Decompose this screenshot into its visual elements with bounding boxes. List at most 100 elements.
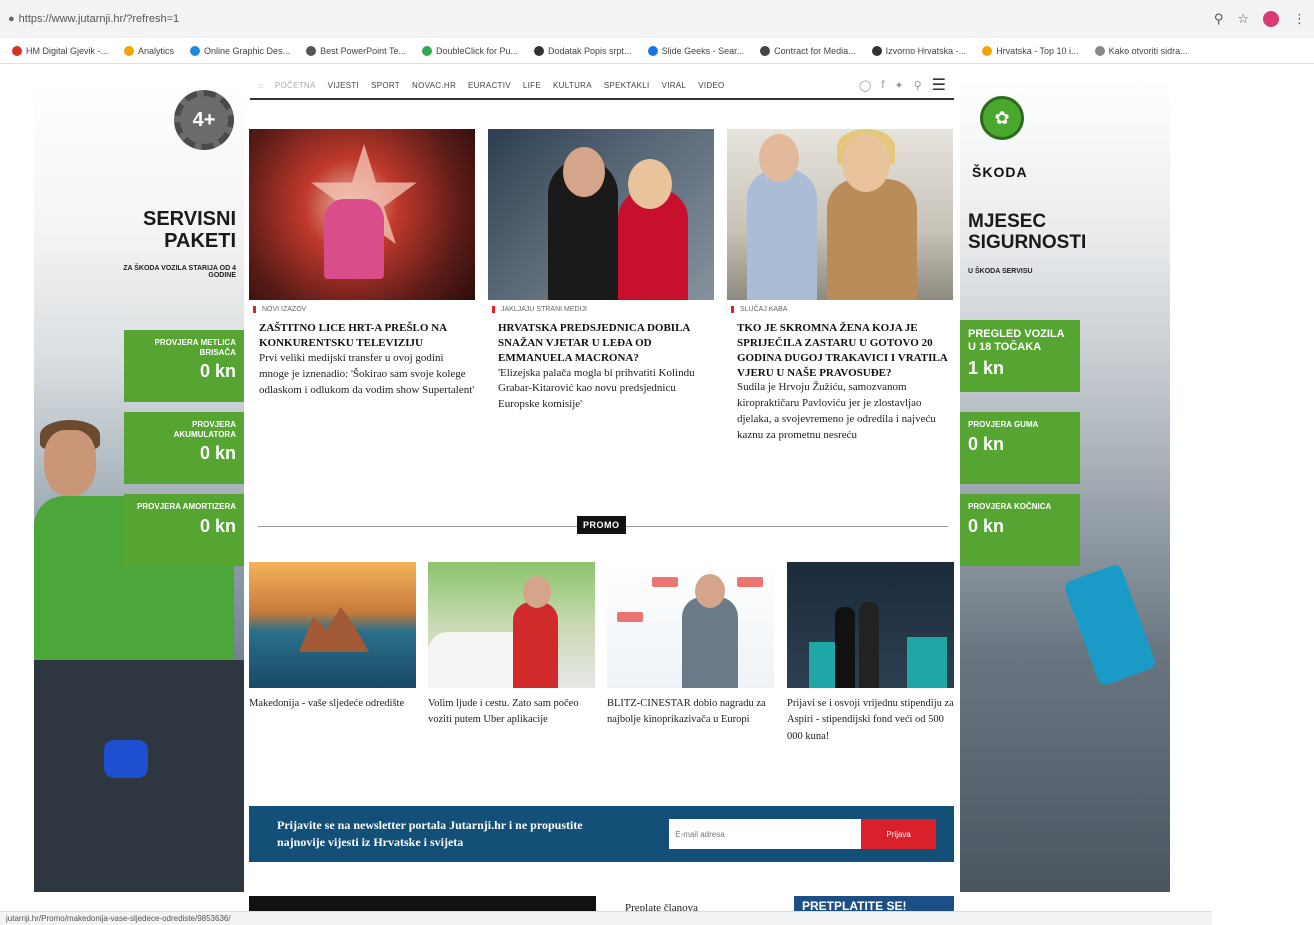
bookmark-favicon-icon xyxy=(760,45,771,56)
promo-text[interactable]: Prijavi se i osvoji vrijednu stipendiju … xyxy=(787,696,954,745)
promo-image[interactable] xyxy=(607,562,774,688)
left-ad-subtitle: ZA ŠKODA VOZILA STARIJA OD 4 GODINE xyxy=(123,265,236,279)
article-card[interactable]: NOVI IZAZOV ZAŠTITNO LICE HRT-a PREŠLO N… xyxy=(249,129,475,399)
nav-item-life[interactable]: LIFE xyxy=(523,81,541,90)
bookmark-label: DoubleClick for Pu... xyxy=(435,45,519,56)
right-ad-banner[interactable]: ✿ ŠKODA MJESEC SIGURNOSTI U ŠKODA SERVIS… xyxy=(960,80,1170,892)
nav-item-novac[interactable]: NOVAC.HR xyxy=(412,81,456,90)
promo-badge: PROMO xyxy=(577,516,626,534)
bookmark-label: Slide Geeks - Sear... xyxy=(661,45,745,56)
bookmark-label: Contract for Media... xyxy=(774,45,856,56)
bookmark-item[interactable]: Contract for Media... xyxy=(760,45,856,56)
email-input[interactable] xyxy=(669,819,862,849)
bookmark-item[interactable]: DoubleClick for Pu... xyxy=(421,45,519,56)
search-icon[interactable]: ⚲ xyxy=(1214,11,1224,27)
bookmark-favicon-icon xyxy=(647,45,658,56)
left-ad-box-battery: PROVJERA AKUMULATORA 0 kn xyxy=(124,412,244,484)
right-ad-box-inspection: PREGLED VOZILA U 18 TOČAKA 1 kn xyxy=(960,320,1080,392)
promo-image[interactable] xyxy=(787,562,954,688)
bookmark-favicon-icon xyxy=(534,45,545,56)
article-title[interactable]: TKO JE SKROMNA ŽENA KOJA JE SPRIJEČILA Z… xyxy=(727,321,953,380)
bookmark-label: Online Graphic Des... xyxy=(204,45,291,56)
promo-card[interactable]: Makedonija - vaše sljedeće odredište xyxy=(249,562,416,712)
bookmark-item[interactable]: Best PowerPoint Te... xyxy=(306,45,406,56)
promo-image[interactable] xyxy=(428,562,595,688)
promo-text[interactable]: BLITZ-CINESTAR dobio nagradu za najbolje… xyxy=(607,696,774,729)
nav-item-euractiv[interactable]: EURACTIV xyxy=(468,81,511,90)
instagram-icon[interactable]: ◯ xyxy=(859,79,871,92)
bookmarks-bar: HM Digital Gjevik -... Analytics Online Gr… xyxy=(0,38,1314,64)
article-category[interactable]: JAKLJAJU STRANI MEDIJI xyxy=(492,306,714,313)
bookmark-item[interactable]: Dodatak Popis srpt... xyxy=(534,45,632,56)
bookmark-item[interactable]: Izvorno Hrvatska -... xyxy=(871,45,967,56)
bookmark-favicon-icon xyxy=(190,45,201,56)
bookmark-item[interactable]: HM Digital Gjevik -... xyxy=(12,45,109,56)
tool-image xyxy=(1062,563,1158,687)
article-category[interactable]: SLUČAJ KABA xyxy=(731,306,953,313)
bookmark-label: HM Digital Gjevik -... xyxy=(26,45,109,56)
twitter-icon[interactable]: ✦ xyxy=(894,79,903,92)
skoda-logo-icon: ✿ xyxy=(980,96,1024,140)
bookmark-item[interactable]: Hrvatska - Top 10 i... xyxy=(982,45,1079,56)
newsletter-text: Prijavite se na newsletter portala Jutar… xyxy=(277,817,583,849)
nav-item-vijesti[interactable]: VIJESTI xyxy=(328,81,359,90)
browser-address-bar: ● https://www.jutarnji.hr/?refresh=1 ⚲ ☆… xyxy=(0,0,1314,38)
url-field[interactable]: https://www.jutarnji.hr/?refresh=1 xyxy=(19,13,1214,25)
article-image[interactable] xyxy=(727,129,953,300)
home-icon[interactable]: ⌂ xyxy=(258,81,263,90)
left-ad-banner[interactable]: 4+ SERVISNI PAKETI ZA ŠKODA VOZILA STARI… xyxy=(34,80,244,892)
right-ad-title: MJESEC SIGURNOSTI xyxy=(968,211,1087,253)
bookmark-favicon-icon xyxy=(124,45,135,56)
article-title[interactable]: ZAŠTITNO LICE HRT-a PREŠLO NA KONKURENTS… xyxy=(249,321,475,351)
bookmark-item[interactable]: Online Graphic Des... xyxy=(190,45,291,56)
bookmark-favicon-icon xyxy=(306,45,317,56)
bookmark-favicon-icon xyxy=(1094,45,1105,56)
left-ad-title: SERVISNI PAKETI xyxy=(143,208,236,252)
right-ad-box-brakes: PROVJERA KOČNICA 0 kn xyxy=(960,494,1080,566)
bookmark-label: Best PowerPoint Te... xyxy=(320,45,406,56)
bookmark-item[interactable]: Slide Geeks - Sear... xyxy=(647,45,745,56)
promo-text[interactable]: Makedonija - vaše sljedeće odredište xyxy=(249,696,416,712)
bookmark-favicon-icon xyxy=(421,45,432,56)
left-ad-box-shocks: PROVJERA AMORTIZERA 0 kn xyxy=(124,494,244,566)
browser-status-bar: jutarnji.hr/Promo/makedonija-vase-sljede… xyxy=(0,911,1212,925)
article-card[interactable]: SLUČAJ KABA TKO JE SKROMNA ŽENA KOJA JE … xyxy=(727,129,953,444)
bookmark-item[interactable]: Analytics xyxy=(124,45,175,56)
skoda-brand: ŠKODA xyxy=(972,164,1028,180)
nav-item-pocetna[interactable]: POČETNA xyxy=(275,81,316,90)
search-icon[interactable]: ⚲ xyxy=(914,79,922,92)
more-icon[interactable]: ⋮ xyxy=(1293,11,1306,27)
bookmark-label: Izvorno Hrvatska -... xyxy=(885,45,967,56)
profile-avatar[interactable] xyxy=(1263,11,1279,27)
gear-logo-icon: 4+ xyxy=(174,90,234,150)
left-ad-box-wipers: PROVJERA METLICA BRISAČA 0 kn xyxy=(124,330,244,402)
promo-image[interactable] xyxy=(249,562,416,688)
nav-item-spektakli[interactable]: SPEKTAKLI xyxy=(604,81,650,90)
newsletter-box: Prijavite se na newsletter portala Jutar… xyxy=(249,806,954,862)
article-title[interactable]: HRVATSKA PREDSJEDNICA DOBILA SNAŽAN VJET… xyxy=(488,321,714,366)
nav-item-sport[interactable]: SPORT xyxy=(371,81,400,90)
article-card[interactable]: JAKLJAJU STRANI MEDIJI HRVATSKA PREDSJED… xyxy=(488,129,714,413)
nav-item-viral[interactable]: VIRAL xyxy=(662,81,687,90)
lock-icon: ● xyxy=(8,13,15,25)
nav-item-video[interactable]: VIDEO xyxy=(698,81,724,90)
article-image[interactable] xyxy=(249,129,475,300)
nav-item-kultura[interactable]: KULTURA xyxy=(553,81,592,90)
bookmark-label: Analytics xyxy=(138,45,175,56)
article-lead[interactable]: 'Elizejska palača mogla bi prihvatiti Ko… xyxy=(488,366,714,414)
promo-card[interactable]: Volim ljude i cestu. Zato sam počeo vozi… xyxy=(428,562,595,729)
article-image[interactable] xyxy=(488,129,714,300)
hamburger-menu-icon[interactable]: ☰ xyxy=(932,75,946,95)
promo-card[interactable]: Prijavi se i osvoji vrijednu stipendiju … xyxy=(787,562,954,745)
bookmark-favicon-icon xyxy=(12,45,22,56)
article-lead[interactable]: Prvi veliki medijski transfer u ovoj god… xyxy=(249,351,475,399)
promo-card[interactable]: BLITZ-CINESTAR dobio nagradu za najbolje… xyxy=(607,562,774,729)
star-icon[interactable]: ☆ xyxy=(1237,11,1249,27)
article-category[interactable]: NOVI IZAZOV xyxy=(253,306,475,313)
bookmark-item[interactable]: Kako otvoriti sidra... xyxy=(1094,45,1188,56)
facebook-icon[interactable]: f xyxy=(881,79,884,91)
article-lead[interactable]: Sudila je Hrvoju Žužiću, samozvanom kiro… xyxy=(727,380,953,444)
promo-text[interactable]: Volim ljude i cestu. Zato sam počeo vozi… xyxy=(428,696,595,729)
subscribe-button[interactable]: Prijava xyxy=(861,819,936,849)
bookmark-favicon-icon xyxy=(982,45,993,56)
